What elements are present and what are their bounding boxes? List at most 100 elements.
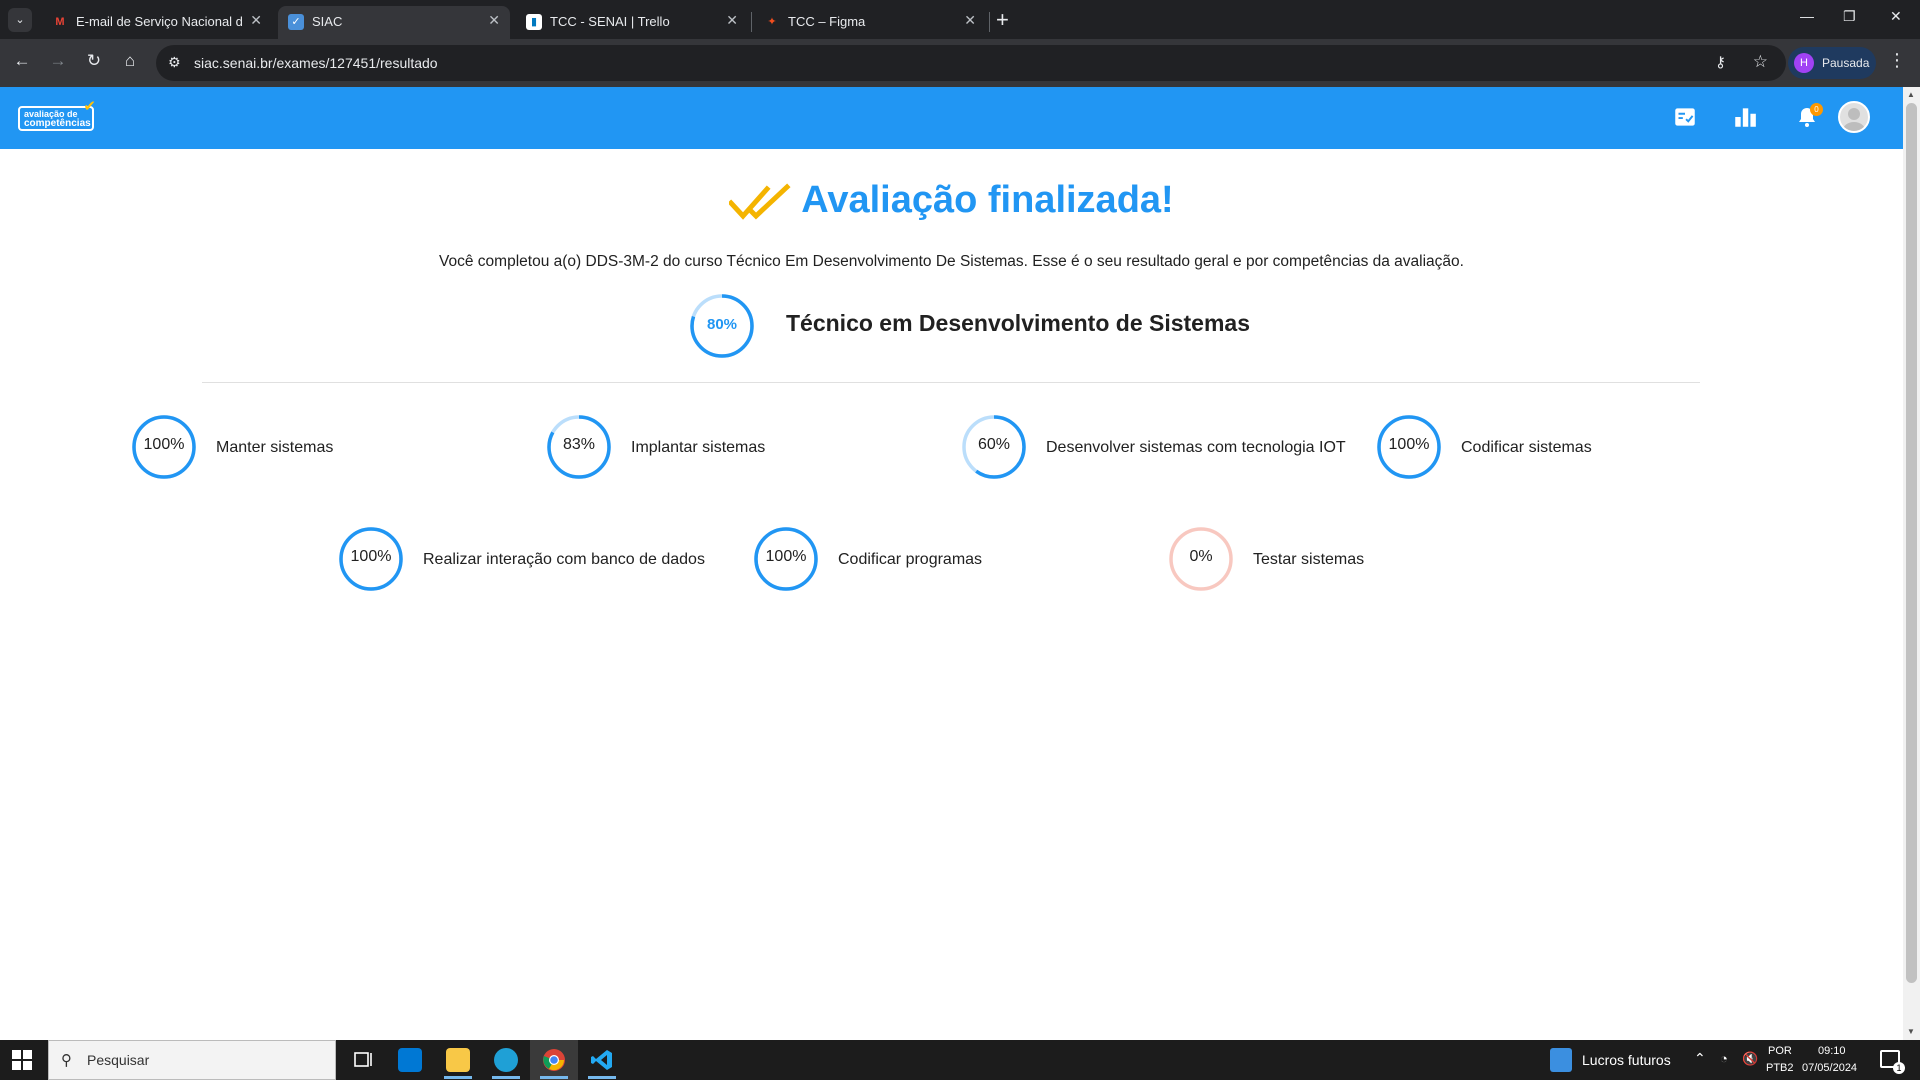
clock-date[interactable]: 07/05/2024	[1802, 1062, 1857, 1074]
close-window-icon[interactable]: ✕	[1890, 8, 1902, 25]
competency-item: 83% Implantar sistemas	[546, 414, 946, 482]
notification-badge: 0	[1810, 103, 1823, 116]
chrome-browser-icon[interactable]	[530, 1040, 578, 1080]
windows-taskbar: ⚲ Pesquisar Lucros futuros ⌃ ◔ 🔇 POR PTB…	[0, 1040, 1920, 1080]
tab-title: SIAC	[312, 14, 343, 29]
clock-time[interactable]: 09:10	[1818, 1045, 1846, 1057]
competency-name: Desenvolver sistemas com tecnologia IOT	[1046, 439, 1346, 456]
file-explorer-icon[interactable]	[434, 1040, 482, 1080]
back-arrow-icon[interactable]: ←	[10, 51, 34, 71]
overall-percent: 80%	[706, 316, 738, 333]
edge-browser-icon[interactable]	[482, 1040, 530, 1080]
reload-icon[interactable]: ↻	[82, 51, 106, 71]
tab-siac[interactable]: ✓ SIAC ✕	[278, 6, 510, 39]
browser-tab-strip: ⌄ M E-mail de Serviço Nacional de A ✕ ✓ …	[0, 0, 1920, 39]
scroll-up-arrow-icon[interactable]: ▲	[1907, 90, 1915, 99]
trello-icon: ▮	[526, 14, 542, 30]
section-divider	[202, 382, 1700, 383]
close-icon[interactable]: ✕	[488, 12, 500, 29]
url-text[interactable]: siac.senai.br/exames/127451/resultado	[194, 55, 438, 71]
bookmark-star-icon[interactable]: ☆	[1753, 52, 1768, 72]
tab-figma[interactable]: ✦ TCC – Figma ✕	[754, 6, 986, 39]
page-viewport: avaliação de competências ✔ 0 Avaliação …	[0, 87, 1903, 1040]
result-heading: Avaliação finalizada!	[727, 179, 1174, 222]
profile-status: Pausada	[1822, 56, 1870, 70]
result-heading-row: Avaliação finalizada!	[0, 179, 1903, 222]
password-key-icon[interactable]: ⚷	[1715, 53, 1726, 71]
tab-trello[interactable]: ▮ TCC - SENAI | Trello ✕	[516, 6, 748, 39]
home-icon[interactable]: ⌂	[118, 51, 142, 71]
task-view-icon[interactable]	[340, 1040, 388, 1080]
page-scrollbar[interactable]: ▲ ▼	[1903, 87, 1920, 1040]
gmail-icon: M	[55, 16, 65, 28]
volume-muted-icon[interactable]: 🔇	[1742, 1051, 1758, 1067]
competency-name: Codificar sistemas	[1461, 439, 1592, 456]
assessment-icon[interactable]	[1672, 104, 1700, 132]
restore-icon[interactable]: ❐	[1843, 8, 1856, 25]
app-logo[interactable]: avaliação de competências ✔	[18, 99, 96, 131]
competency-name: Implantar sistemas	[631, 439, 766, 456]
network-icon[interactable]: ◔	[1720, 1051, 1728, 1066]
close-icon[interactable]: ✕	[964, 12, 976, 29]
competency-item: 100% Manter sistemas	[131, 414, 531, 482]
competency-item: 100% Codificar sistemas	[1376, 414, 1776, 482]
competency-name: Codificar programas	[838, 551, 983, 568]
competency-name: Manter sistemas	[216, 439, 334, 456]
new-tab-plus-icon[interactable]: +	[996, 7, 1009, 33]
language-indicator[interactable]: POR	[1768, 1045, 1792, 1057]
competency-percent: 100%	[765, 548, 807, 565]
scrollbar-thumb[interactable]	[1906, 103, 1917, 983]
close-icon[interactable]: ✕	[250, 12, 262, 29]
competency-item: 100% Realizar interação com banco de dad…	[338, 526, 738, 594]
result-heading-text: Avaliação finalizada!	[801, 179, 1174, 221]
competency-item: 100% Codificar programas	[753, 526, 1153, 594]
competency-percent: 100%	[350, 548, 392, 565]
logo-check-icon: ✔	[83, 98, 96, 115]
user-avatar[interactable]	[1838, 101, 1870, 133]
site-settings-icon[interactable]: ⚙	[168, 54, 181, 71]
tab-separator	[751, 12, 752, 32]
keyboard-layout-indicator[interactable]: PTB2	[1766, 1062, 1794, 1074]
tab-title: TCC – Figma	[788, 14, 866, 29]
bar-chart-icon[interactable]	[1732, 104, 1760, 132]
competency-item: 0% Testar sistemas	[1168, 526, 1568, 594]
competency-percent: 100%	[143, 436, 185, 453]
tab-title: E-mail de Serviço Nacional de A	[76, 14, 242, 29]
app-header: avaliação de competências ✔ 0	[0, 87, 1903, 149]
tab-title: TCC - SENAI | Trello	[550, 14, 670, 29]
close-icon[interactable]: ✕	[726, 12, 738, 29]
overall-course-name: Técnico em Desenvolvimento de Sistemas	[786, 310, 1251, 336]
tab-separator	[989, 12, 990, 32]
tray-overflow-chevron-icon[interactable]: ⌃	[1694, 1050, 1706, 1067]
tab-search-button[interactable]: ⌄	[8, 8, 32, 32]
search-icon: ⚲	[61, 1052, 72, 1069]
news-widget-label[interactable]: Lucros futuros	[1582, 1052, 1671, 1068]
double-check-icon	[727, 183, 791, 220]
result-subtitle: Você completou a(o) DDS-3M-2 do curso Té…	[439, 253, 1464, 270]
competency-percent: 83%	[562, 436, 596, 453]
competency-percent: 100%	[1388, 436, 1430, 453]
profile-button[interactable]: H Pausada	[1788, 47, 1876, 79]
microsoft-store-icon[interactable]	[386, 1040, 434, 1080]
profile-avatar: H	[1794, 53, 1814, 73]
action-center-badge: 1	[1893, 1062, 1905, 1074]
competency-percent: 0%	[1189, 548, 1213, 565]
address-bar[interactable]: ⚙ siac.senai.br/exames/127451/resultado …	[156, 45, 1786, 81]
taskbar-search-box[interactable]: ⚲ Pesquisar	[48, 1040, 336, 1080]
siac-icon: ✓	[288, 14, 304, 30]
competency-name: Realizar interação com banco de dados	[423, 551, 705, 568]
search-placeholder: Pesquisar	[87, 1052, 150, 1068]
logo-line-2: competências	[24, 118, 91, 129]
forward-arrow-icon[interactable]: →	[46, 51, 70, 71]
windows-start-icon[interactable]	[12, 1050, 32, 1070]
competency-name: Testar sistemas	[1253, 551, 1365, 568]
browser-menu-icon[interactable]: ⋮	[1888, 50, 1906, 71]
vscode-icon[interactable]	[578, 1040, 626, 1080]
minimize-icon[interactable]: —	[1800, 8, 1814, 24]
overall-result: 80% Técnico em Desenvolvimento de Sistem…	[689, 293, 1449, 363]
scroll-down-arrow-icon[interactable]: ▼	[1907, 1027, 1915, 1036]
figma-icon: ✦	[767, 16, 777, 28]
browser-toolbar: ← → ↻ ⌂ ⚙ siac.senai.br/exames/127451/re…	[0, 39, 1920, 87]
tab-gmail[interactable]: M E-mail de Serviço Nacional de A ✕	[42, 6, 272, 39]
news-widget-icon[interactable]	[1550, 1048, 1572, 1072]
